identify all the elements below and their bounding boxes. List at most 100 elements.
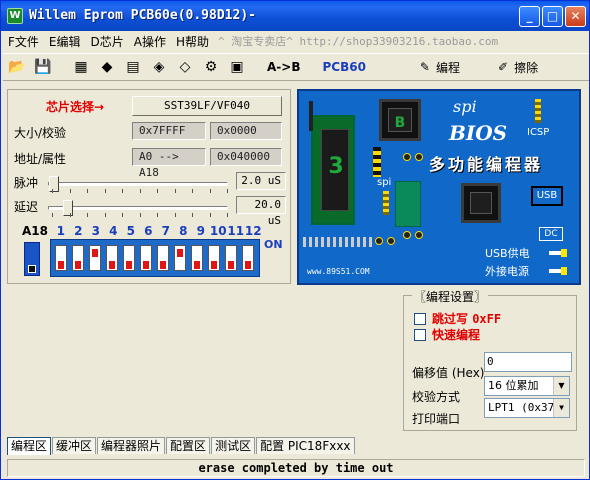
checksum-field: 0x0000 xyxy=(210,122,282,140)
menu-file[interactable]: F文件 xyxy=(3,33,44,50)
plcc-socket-bottom xyxy=(461,183,501,223)
shop-ad-text: ^ 淘宝专卖店^ http://shop33903216.taobao.com xyxy=(218,35,499,48)
delay-slider[interactable] xyxy=(48,200,228,216)
verify-mode-select[interactable]: 16 位累加 ▼ xyxy=(484,376,570,396)
dip-number: 7 xyxy=(161,224,170,238)
chip-info-panel: 芯片选择→ SST39LF/VF040 大小/校验 0x7FFFF 0x0000… xyxy=(7,89,291,284)
icsp-header xyxy=(535,99,541,123)
dip-switch[interactable] xyxy=(123,245,135,271)
plcc-socket-top: B xyxy=(379,99,421,141)
a18-switch[interactable] xyxy=(24,242,40,276)
menu-chip[interactable]: D芯片 xyxy=(86,33,129,50)
chip-verify-icon[interactable]: ◆ xyxy=(95,56,119,78)
dip-number: 12 xyxy=(244,224,262,238)
tab-config-pic18[interactable]: 配置 PIC18Fxxx xyxy=(256,437,355,454)
tab-config[interactable]: 配置区 xyxy=(166,437,211,454)
dip-number: 6 xyxy=(144,224,153,238)
menu-edit[interactable]: E编辑 xyxy=(44,33,86,50)
address-attr-label: 地址/属性 xyxy=(14,152,67,166)
open-folder-icon[interactable]: 📂 xyxy=(5,56,29,78)
print-port-select[interactable]: LPT1 (0x378 ▼ xyxy=(484,398,570,418)
settings-legend: 〖编程设置〗 xyxy=(412,288,489,305)
toolbar: 📂 💾 ▦ ◆ ▤ ◈ ◇ ⚙ ▣ A->B PCB60 ✎ 编程 ✐ 擦除 xyxy=(3,53,589,81)
dip-switch[interactable] xyxy=(106,245,118,271)
tab-programmer-photo[interactable]: 编程器照片 xyxy=(97,437,166,454)
dip-switch-block xyxy=(50,239,260,277)
dip-switch[interactable] xyxy=(157,245,169,271)
dip-numbers: 1 2 3 4 5 6 7 8 9 10 11 12 xyxy=(52,224,262,238)
tab-test[interactable]: 测试区 xyxy=(211,437,256,454)
program-button[interactable]: ✎ 编程 xyxy=(414,56,466,78)
board-icon[interactable]: ▣ xyxy=(225,56,249,78)
app-icon: W xyxy=(7,8,23,24)
size-field: 0x7FFFF xyxy=(132,122,206,140)
dip-switch[interactable] xyxy=(174,245,186,271)
dip-switch[interactable] xyxy=(89,245,101,271)
delay-label: 延迟 xyxy=(14,200,39,214)
chip-select-button[interactable]: SST39LF/VF040 xyxy=(132,96,282,116)
save-icon[interactable]: 💾 xyxy=(31,56,55,78)
menu-operation[interactable]: A操作 xyxy=(129,33,171,50)
app-window: W Willem Eprom PCB60e(0.98D12)- _ □ ✕ F文… xyxy=(0,0,590,480)
blank-check-icon[interactable]: ▤ xyxy=(121,56,145,78)
erase-button[interactable]: ✐ 擦除 xyxy=(492,56,544,78)
chip-read-icon[interactable]: ▦ xyxy=(69,56,93,78)
tab-program-area[interactable]: 编程区 xyxy=(7,437,52,455)
window-title: Willem Eprom PCB60e(0.98D12)- xyxy=(29,8,256,23)
dip-switch[interactable] xyxy=(55,245,67,271)
skip-write-checkbox[interactable]: 跳过写 0xFF xyxy=(414,310,501,327)
menu-help[interactable]: H帮助 xyxy=(171,33,214,50)
board-spi-small-text: spi xyxy=(377,177,392,188)
verify-mode-label: 校验方式 xyxy=(412,390,461,404)
dip-switch[interactable] xyxy=(208,245,220,271)
dip-number: 9 xyxy=(196,224,205,238)
dip-switch[interactable] xyxy=(191,245,203,271)
dip-switch[interactable] xyxy=(140,245,152,271)
pulse-slider[interactable] xyxy=(48,176,228,192)
dip-number: 5 xyxy=(126,224,135,238)
chip-compare-icon[interactable]: ◇ xyxy=(173,56,197,78)
title-bar[interactable]: W Willem Eprom PCB60e(0.98D12)- _ □ ✕ xyxy=(1,1,589,31)
board-multi-text: 多功能编程器 xyxy=(429,155,544,174)
dip-switch[interactable] xyxy=(72,245,84,271)
zif-socket: 3 xyxy=(309,101,355,225)
fast-program-label: 快速编程 xyxy=(432,328,481,342)
board-bios-text: BIOS xyxy=(449,121,508,145)
board-icsp-text: ICSP xyxy=(527,127,550,138)
delay-slider-ticks xyxy=(52,213,228,217)
print-port-label: 打印端口 xyxy=(412,412,461,426)
minimize-button[interactable]: _ xyxy=(519,6,540,27)
status-bar: erase completed by time out xyxy=(7,459,585,477)
board-logo: 3 xyxy=(328,154,344,179)
skip-write-label: 跳过写 xyxy=(432,312,473,326)
board-usb-port: USB xyxy=(531,186,563,206)
offset-input[interactable]: 0 xyxy=(484,352,572,372)
close-button[interactable]: ✕ xyxy=(565,6,586,27)
dip-on-label: ON xyxy=(264,238,283,251)
fast-program-checkbox[interactable]: 快速编程 xyxy=(414,326,480,343)
chevron-down-icon[interactable]: ▼ xyxy=(553,377,569,395)
programmer-board-image: 3 B spi BIOS 多功能编程器 ICSP spi USB DC USB供… xyxy=(297,89,581,285)
dip-switch[interactable] xyxy=(242,245,254,271)
board-usb-power-text: USB供电 xyxy=(485,247,530,260)
spi-adapter xyxy=(395,181,421,227)
maximize-button[interactable]: □ xyxy=(542,6,563,27)
dip-number: 2 xyxy=(74,224,83,238)
program-settings-group: 〖编程设置〗 跳过写 0xFF 快速编程 偏移值 (Hex) 0 校验方式 16… xyxy=(403,288,577,431)
chevron-down-icon[interactable]: ▼ xyxy=(553,399,569,417)
print-port-value: LPT1 (0x378 xyxy=(488,401,561,414)
erase-label: 擦除 xyxy=(514,60,539,75)
chip-write-icon[interactable]: ◈ xyxy=(147,56,171,78)
fast-program-box[interactable] xyxy=(414,328,426,341)
tab-buffer[interactable]: 缓冲区 xyxy=(52,437,97,454)
skip-write-box[interactable] xyxy=(414,312,426,325)
address-field: A0 --> A18 xyxy=(132,148,206,179)
a-to-b-button[interactable]: A->B xyxy=(259,56,308,78)
dip-switch[interactable] xyxy=(225,245,237,271)
dip-number: 8 xyxy=(179,224,188,238)
dip-number: 11 xyxy=(227,224,245,238)
chip-protect-icon[interactable]: ⚙ xyxy=(199,56,223,78)
pcb60-button[interactable]: PCB60 xyxy=(314,56,373,78)
dip-number: 10 xyxy=(209,224,227,238)
pulse-label: 脉冲 xyxy=(14,176,39,190)
